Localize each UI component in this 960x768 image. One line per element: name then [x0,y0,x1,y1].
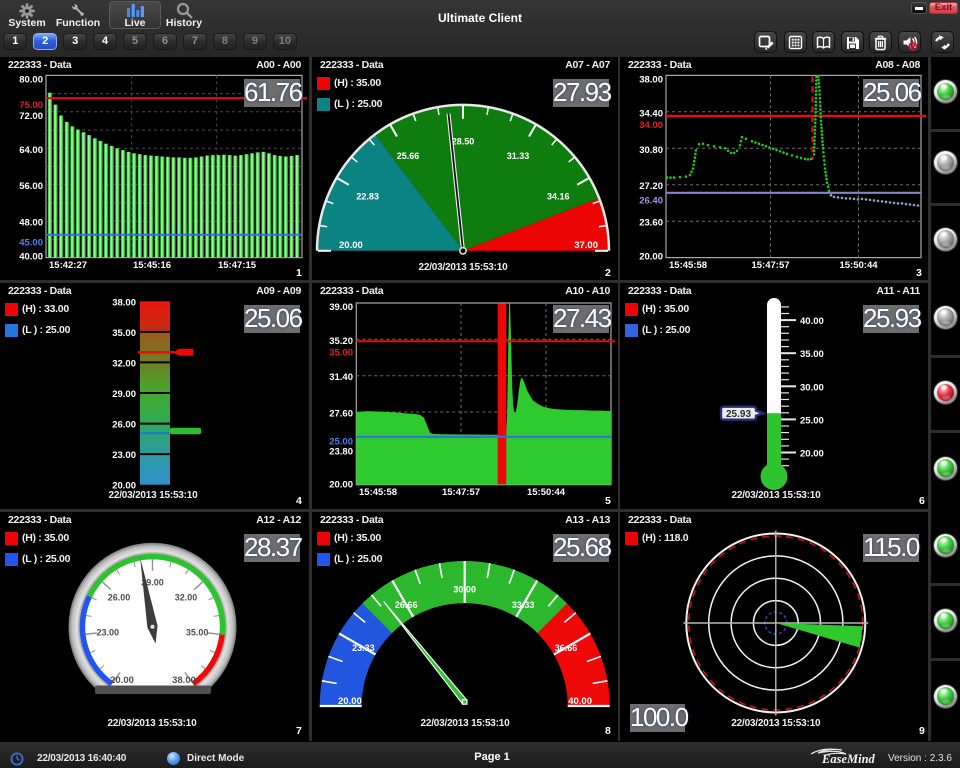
svg-text:15:45:58: 15:45:58 [669,260,707,271]
svg-text:30.00: 30.00 [453,585,476,595]
svg-text:20.00: 20.00 [110,675,134,686]
svg-text:EaseMind: EaseMind [821,752,876,766]
svg-text:15:47:57: 15:47:57 [751,260,789,271]
svg-text:64.00: 64.00 [19,145,43,156]
svg-text:40.00: 40.00 [800,316,824,327]
svg-text:37.00: 37.00 [574,240,598,251]
svg-text:75.00: 75.00 [19,100,43,111]
svg-text:35.20: 35.20 [329,336,353,347]
svg-text:72.00: 72.00 [19,111,43,122]
svg-text:20.00: 20.00 [800,449,824,460]
svg-text:15:50:44: 15:50:44 [839,260,878,271]
svg-text:20.00: 20.00 [329,480,353,491]
svg-text:15:45:16: 15:45:16 [133,260,171,271]
svg-text:26.00: 26.00 [108,592,131,602]
svg-text:28.50: 28.50 [452,136,475,146]
svg-text:31.33: 31.33 [507,151,530,161]
svg-text:23.00: 23.00 [97,627,120,637]
svg-text:31.40: 31.40 [329,372,353,383]
svg-text:25.00: 25.00 [800,415,824,426]
svg-text:25.66: 25.66 [397,151,420,161]
svg-text:39.00: 39.00 [329,302,353,313]
svg-text:15:42:27: 15:42:27 [49,260,87,271]
svg-text:22.83: 22.83 [356,191,379,201]
svg-text:80.00: 80.00 [19,75,43,86]
svg-text:26.66: 26.66 [395,600,418,610]
svg-text:38.00: 38.00 [639,75,663,86]
svg-text:20.00: 20.00 [338,696,362,707]
svg-text:35.00: 35.00 [186,627,209,637]
svg-text:25.93: 25.93 [726,409,751,420]
svg-text:29.00: 29.00 [112,389,136,400]
svg-text:30.00: 30.00 [800,382,824,393]
svg-text:34.40: 34.40 [639,108,663,119]
svg-text:35.00: 35.00 [800,349,824,360]
svg-text:23.00: 23.00 [112,450,136,461]
svg-text:26.00: 26.00 [112,420,136,431]
svg-text:38.00: 38.00 [112,297,136,308]
svg-text:26.40: 26.40 [639,196,663,207]
svg-text:45.00: 45.00 [19,238,43,249]
svg-text:34.16: 34.16 [547,191,570,201]
svg-text:32.00: 32.00 [175,592,198,602]
svg-text:35.00: 35.00 [329,348,353,359]
svg-text:30.80: 30.80 [639,145,663,156]
svg-text:35.00: 35.00 [112,328,136,339]
svg-text:27.60: 27.60 [329,409,353,420]
svg-text:27.20: 27.20 [639,181,663,192]
svg-text:34.00: 34.00 [639,120,663,131]
svg-text:32.00: 32.00 [112,358,136,369]
svg-text:48.00: 48.00 [19,218,43,229]
svg-text:40.00: 40.00 [568,696,592,707]
svg-text:15:50:44: 15:50:44 [527,487,566,498]
svg-text:56.00: 56.00 [19,181,43,192]
svg-text:20.00: 20.00 [339,240,363,251]
svg-text:40.00: 40.00 [19,252,43,263]
svg-text:20.00: 20.00 [639,252,663,263]
svg-text:38.00: 38.00 [172,675,196,686]
svg-text:23.33: 23.33 [352,643,375,653]
svg-text:15:47:15: 15:47:15 [218,260,257,271]
svg-text:23.80: 23.80 [329,447,353,458]
svg-text:33.33: 33.33 [512,600,535,610]
svg-text:15:45:58: 15:45:58 [359,487,397,498]
svg-text:15:47:57: 15:47:57 [442,487,480,498]
svg-text:23.60: 23.60 [639,218,663,229]
svg-text:36.66: 36.66 [555,643,578,653]
